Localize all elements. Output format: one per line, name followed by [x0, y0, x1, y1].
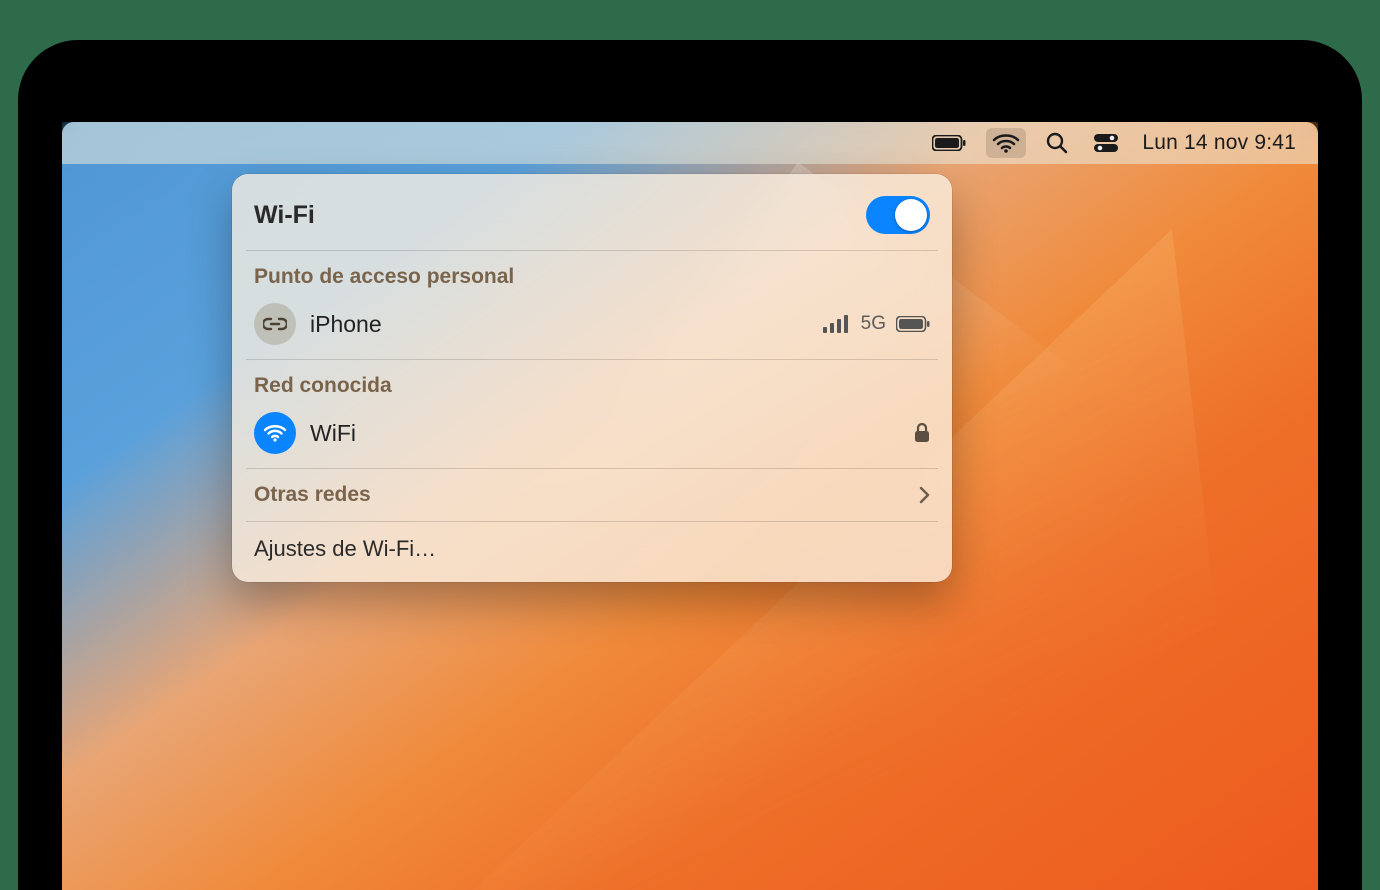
hotspot-icon: [254, 303, 296, 345]
laptop-frame: Lun 14 nov 9:41 Wi-Fi Punto de acceso pe…: [18, 40, 1362, 890]
hotspot-name: iPhone: [310, 311, 809, 338]
wifi-menu-item[interactable]: [986, 128, 1026, 158]
control-center-menu-item[interactable]: [1088, 128, 1124, 158]
lock-icon: [914, 423, 930, 443]
known-network-name: WiFi: [310, 420, 900, 447]
hotspot-row-iphone[interactable]: iPhone 5G: [232, 297, 952, 359]
network-type-label: 5G: [861, 313, 886, 335]
wifi-icon: [263, 424, 287, 442]
screen: Lun 14 nov 9:41 Wi-Fi Punto de acceso pe…: [62, 122, 1318, 890]
hotspot-status: 5G: [823, 313, 930, 335]
other-networks-row[interactable]: Otras redes: [232, 469, 952, 521]
cellular-signal-icon: [823, 315, 851, 333]
wifi-dropdown-panel: Wi-Fi Punto de acceso personal: [232, 174, 952, 582]
spotlight-menu-item[interactable]: [1040, 128, 1074, 158]
personal-hotspot-section-label: Punto de acceso personal: [232, 251, 952, 297]
menu-bar: Lun 14 nov 9:41: [62, 122, 1318, 164]
laptop-bezel: Lun 14 nov 9:41 Wi-Fi Punto de acceso pe…: [40, 62, 1340, 890]
wifi-panel-header: Wi-Fi: [232, 188, 952, 250]
known-network-row-wifi[interactable]: WiFi: [232, 406, 952, 468]
known-network-status: [914, 423, 930, 443]
wifi-panel-title: Wi-Fi: [254, 201, 315, 230]
wifi-settings-label: Ajustes de Wi-Fi…: [254, 536, 436, 561]
wifi-toggle-knob: [895, 199, 927, 231]
menu-bar-clock[interactable]: Lun 14 nov 9:41: [1138, 128, 1300, 158]
known-network-section-label: Red conocida: [232, 360, 952, 406]
wifi-toggle[interactable]: [866, 196, 930, 234]
wifi-settings-row[interactable]: Ajustes de Wi-Fi…: [232, 522, 952, 572]
control-center-icon: [1094, 134, 1118, 152]
battery-icon: [896, 316, 930, 332]
battery-icon: [932, 135, 966, 151]
other-networks-label: Otras redes: [254, 483, 371, 507]
chevron-right-icon: [919, 486, 930, 504]
search-icon: [1046, 132, 1068, 154]
link-icon: [263, 317, 287, 331]
wifi-connected-icon: [254, 412, 296, 454]
wifi-icon: [992, 133, 1020, 153]
battery-menu-item[interactable]: [926, 128, 972, 158]
